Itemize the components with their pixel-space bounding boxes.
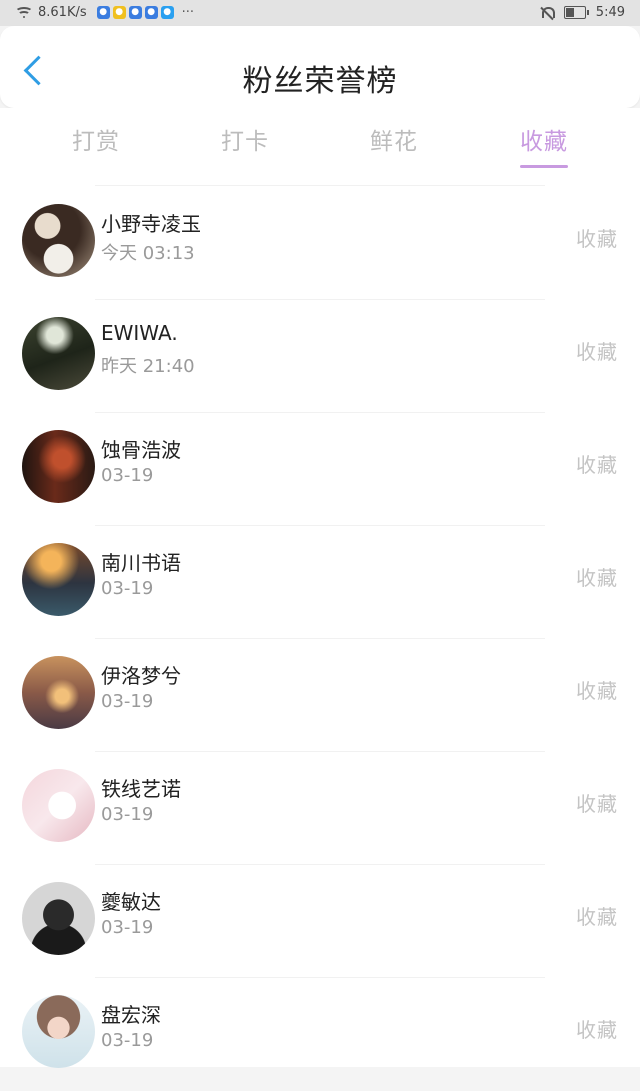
status-bar: 8.61K/s ● ● ● ● ● ··· 5:49 <box>0 0 640 26</box>
fan-name: 铁线艺诺 <box>101 777 181 801</box>
tab-label: 打卡 <box>221 129 269 155</box>
fan-time: 03-19 <box>101 578 154 599</box>
tab-favorites[interactable]: 收藏 <box>520 122 568 168</box>
fan-name: EWIWA. <box>101 321 178 345</box>
favorite-label[interactable]: 收藏 <box>576 675 618 704</box>
fan-time: 03-19 <box>101 691 154 712</box>
list-item[interactable]: 伊洛梦兮 03-19 收藏 <box>0 639 640 752</box>
list-item[interactable]: 铁线艺诺 03-19 收藏 <box>0 752 640 865</box>
list-item[interactable]: EWIWA. 昨天 21:40 收藏 <box>0 300 640 413</box>
avatar[interactable] <box>22 430 95 503</box>
mute-icon <box>540 6 555 20</box>
chrome-app-icon: ● <box>128 6 142 19</box>
notification-icons: ● ● ● ● ● <box>96 6 174 19</box>
fan-time: 03-19 <box>101 1030 154 1051</box>
favorite-label[interactable]: 收藏 <box>576 223 618 252</box>
avatar[interactable] <box>22 769 95 842</box>
wifi-icon <box>15 6 33 19</box>
search-app-icon: ● <box>160 6 174 19</box>
fan-time: 今天 03:13 <box>101 243 195 264</box>
favorite-label[interactable]: 收藏 <box>576 336 618 365</box>
battery-icon <box>563 6 589 19</box>
fan-name: 蚀骨浩波 <box>101 438 181 462</box>
status-left: 8.61K/s ● ● ● ● ● ··· <box>15 5 195 20</box>
favorite-label[interactable]: 收藏 <box>576 788 618 817</box>
tab-checkin[interactable]: 打卡 <box>221 122 269 156</box>
list-item[interactable]: 南川书语 03-19 收藏 <box>0 526 640 639</box>
tab-flowers[interactable]: 鲜花 <box>370 122 418 156</box>
page-title: 粉丝荣誉榜 <box>242 64 398 99</box>
active-tab-indicator <box>520 165 568 168</box>
list-item[interactable]: 盘宏深 03-19 收藏 <box>0 978 640 1091</box>
clock: 5:49 <box>595 5 625 20</box>
status-right: 5:49 <box>540 5 625 20</box>
tab-reward[interactable]: 打赏 <box>72 122 120 156</box>
avatar[interactable] <box>22 543 95 616</box>
fan-time: 03-19 <box>101 917 154 938</box>
fan-name: 夔敏达 <box>101 890 161 914</box>
avatar[interactable] <box>22 317 95 390</box>
fan-name: 伊洛梦兮 <box>101 664 181 688</box>
avatar[interactable] <box>22 995 95 1068</box>
fan-time: 昨天 21:40 <box>101 356 195 377</box>
app-header: 粉丝荣誉榜 <box>0 26 640 108</box>
avatar[interactable] <box>22 656 95 729</box>
divider <box>95 185 545 186</box>
list-item[interactable]: 小野寺凌玉 今天 03:13 收藏 <box>0 187 640 300</box>
main-content: 打赏 打卡 鲜花 收藏 小野寺凌玉 今天 03:13 收藏 EWIWA. 昨天 … <box>0 108 640 1068</box>
tab-bar: 打赏 打卡 鲜花 收藏 <box>0 108 640 186</box>
avatar[interactable] <box>22 882 95 955</box>
avatar[interactable] <box>22 204 95 277</box>
paw-app-icon: ● <box>144 6 158 19</box>
tab-label: 收藏 <box>520 129 568 155</box>
fan-list: 小野寺凌玉 今天 03:13 收藏 EWIWA. 昨天 21:40 收藏 蚀骨浩… <box>0 187 640 1091</box>
more-notifications-icon: ··· <box>181 5 195 20</box>
fan-name: 盘宏深 <box>101 1003 161 1027</box>
favorite-label[interactable]: 收藏 <box>576 901 618 930</box>
paw-app-icon: ● <box>96 6 110 19</box>
favorite-label[interactable]: 收藏 <box>576 1014 618 1043</box>
list-item[interactable]: 蚀骨浩波 03-19 收藏 <box>0 413 640 526</box>
tab-label: 打赏 <box>72 129 120 155</box>
favorite-label[interactable]: 收藏 <box>576 449 618 478</box>
favorite-label[interactable]: 收藏 <box>576 562 618 591</box>
list-item[interactable]: 夔敏达 03-19 收藏 <box>0 865 640 978</box>
network-speed: 8.61K/s <box>38 5 87 20</box>
fan-time: 03-19 <box>101 804 154 825</box>
fan-name: 小野寺凌玉 <box>101 212 201 236</box>
tab-label: 鲜花 <box>370 129 418 155</box>
tieba-app-icon: ● <box>112 6 126 19</box>
fan-time: 03-19 <box>101 465 154 486</box>
fan-name: 南川书语 <box>101 551 181 575</box>
